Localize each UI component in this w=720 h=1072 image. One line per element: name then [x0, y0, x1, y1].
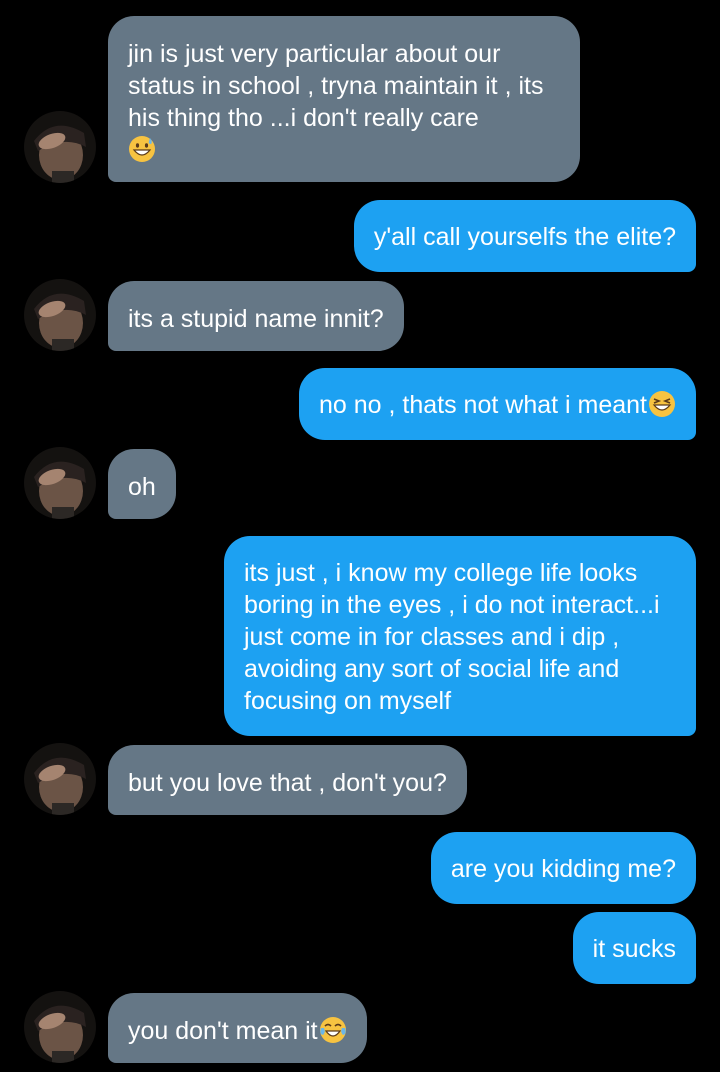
- tears-of-joy-icon: [319, 1016, 347, 1044]
- message-bubble-sent[interactable]: its just , i know my college life looks …: [224, 536, 696, 736]
- contact-avatar[interactable]: [24, 991, 96, 1063]
- grinning-squint-icon: [648, 390, 676, 418]
- message-text: no no , thats not what i meant: [319, 391, 647, 419]
- message-text: it sucks: [592, 935, 676, 963]
- contact-avatar[interactable]: [24, 743, 96, 815]
- contact-avatar[interactable]: [24, 279, 96, 351]
- message-bubble-received[interactable]: you don't mean it: [108, 993, 367, 1063]
- message-text: its just , i know my college life looks …: [244, 559, 660, 715]
- message-bubble-sent[interactable]: are you kidding me?: [430, 832, 696, 904]
- contact-avatar[interactable]: [24, 447, 96, 519]
- dm-conversation: jin is just very particular about our st…: [0, 0, 720, 1072]
- message-text: you don't mean it: [128, 1017, 318, 1045]
- message-text: oh: [128, 473, 156, 501]
- message-bubble-sent[interactable]: no no , thats not what i meant: [299, 368, 696, 440]
- message-text: jin is just very particular about our st…: [128, 40, 544, 132]
- message-bubble-received[interactable]: jin is just very particular about our st…: [108, 16, 580, 182]
- grinning-sweat-icon: [128, 135, 156, 163]
- message-bubble-received[interactable]: but you love that , don't you?: [108, 745, 467, 815]
- message-text: but you love that , don't you?: [128, 769, 447, 797]
- message-bubble-received[interactable]: its a stupid name innit?: [108, 281, 404, 351]
- contact-avatar[interactable]: [24, 111, 96, 183]
- message-bubble-received[interactable]: oh: [108, 449, 176, 519]
- message-bubble-sent[interactable]: y'all call yourselfs the elite?: [353, 200, 696, 272]
- message-text: are you kidding me?: [450, 855, 676, 883]
- message-text: its a stupid name innit?: [128, 305, 384, 333]
- message-bubble-sent[interactable]: it sucks: [572, 912, 696, 984]
- message-text: y'all call yourselfs the elite?: [373, 223, 676, 251]
